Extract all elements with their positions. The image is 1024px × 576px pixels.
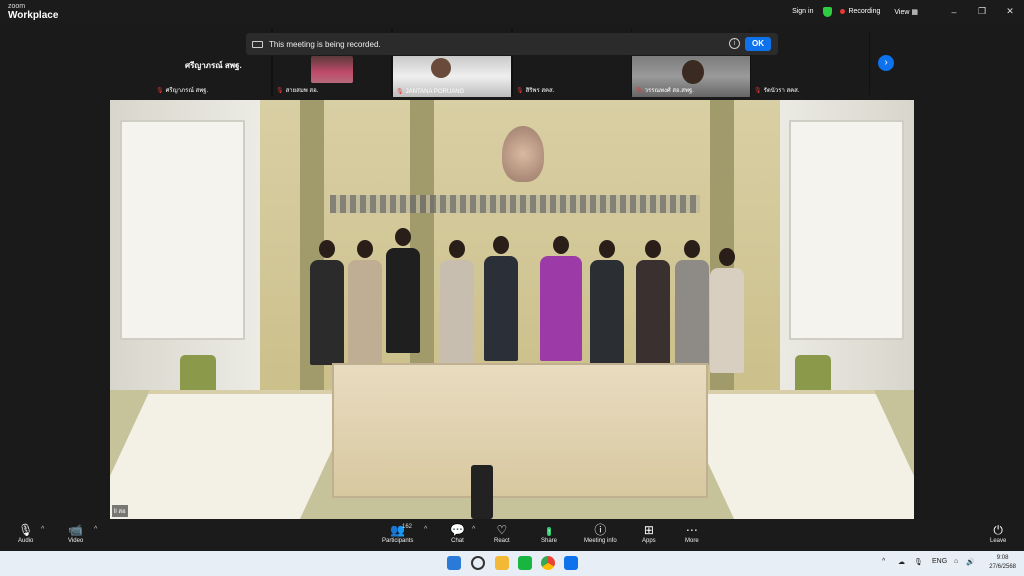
muted-mic-icon: 🎙 <box>276 87 284 94</box>
more-icon: ⋯ <box>685 523 698 537</box>
sign-in-button[interactable]: Sign in <box>792 8 813 15</box>
audio-button[interactable]: 🎙 Audio <box>18 523 33 544</box>
clock-time: 9:08 <box>996 555 1009 561</box>
windows-start-icon[interactable] <box>447 556 461 570</box>
audio-options-chevron-icon[interactable]: ^ <box>41 526 44 533</box>
title-bar: zoom Workplace Sign in Recording View ▦ … <box>0 0 1024 23</box>
close-button[interactable]: ✕ <box>996 6 1024 17</box>
participants-button[interactable]: 👥 162 Participants <box>382 523 413 544</box>
clock-date: 27/6/2568 <box>989 564 1016 570</box>
more-button[interactable]: ⋯ More <box>685 523 699 544</box>
chat-label: Chat <box>451 538 464 544</box>
react-label: React <box>494 538 510 544</box>
file-explorer-icon[interactable] <box>495 556 509 570</box>
volume-icon[interactable]: 🔊 <box>966 558 975 566</box>
participant-name: 🎙 วรรณพงศ์ สอ.สพฐ. <box>635 87 694 95</box>
minimize-button[interactable]: – <box>940 7 968 17</box>
wall-sign <box>330 195 700 213</box>
participant-name: 🎙 JANTANA PORUANG <box>396 88 465 96</box>
muted-mic-icon: 🎙 <box>396 89 404 95</box>
camera-record-icon <box>252 40 263 48</box>
video-options-chevron-icon[interactable]: ^ <box>94 526 97 533</box>
participant-name: 🎙 รัตนัวรา สคส. <box>754 87 800 95</box>
meeting-info-button[interactable]: ⓘ Meeting info <box>584 523 617 544</box>
participants-count: 162 <box>402 524 413 530</box>
participant-big-name: ศรีญาภรณ์ สพฐ. <box>185 61 242 70</box>
participant-name: 🎙 ศรีญาภรณ์ สพฐ. <box>156 87 209 95</box>
chat-options-chevron-icon[interactable]: ^ <box>472 526 475 533</box>
view-button[interactable]: View ▦ <box>894 8 918 16</box>
microphone-tray-icon[interactable]: 🎙 <box>914 558 923 566</box>
zoom-logo: zoom Workplace <box>8 3 58 21</box>
share-label: Share <box>541 538 558 544</box>
network-status-icon[interactable]: ☁ <box>898 558 905 566</box>
video-name-label: ll สอ <box>112 505 128 517</box>
chat-icon: 💬 <box>450 523 465 537</box>
line-app-icon[interactable] <box>518 556 532 570</box>
muted-mic-icon: 🎙 <box>635 87 643 94</box>
apps-button[interactable]: ⊞ Apps <box>642 523 656 544</box>
leave-icon: ⏻ <box>993 523 1003 537</box>
meeting-toolbar: 🎙 Audio ^ 📹 Video ^ 👥 162 Participants ^… <box>0 519 1024 551</box>
recording-dot-icon <box>840 9 846 14</box>
recording-label: Recording <box>848 8 881 15</box>
video-button[interactable]: 📹 Video <box>68 523 83 544</box>
emblem-icon <box>502 126 544 182</box>
language-indicator[interactable]: ENG <box>932 558 947 565</box>
tripod-camera <box>471 465 493 519</box>
view-label: View <box>894 8 910 16</box>
brand-small: zoom <box>8 3 26 10</box>
maximize-button[interactable]: ❐ <box>968 6 996 17</box>
video-label: Video <box>68 538 84 544</box>
wifi-icon[interactable]: ⌂ <box>954 558 958 565</box>
chat-button[interactable]: 💬 Chat <box>450 523 465 544</box>
security-shield-icon[interactable] <box>823 6 833 17</box>
react-button[interactable]: ♡ React <box>494 523 510 544</box>
muted-mic-icon: 🎙 <box>754 87 762 94</box>
participant-name: 🎙 สิริพร สคส. <box>516 87 555 95</box>
ok-button[interactable]: OK <box>745 37 771 51</box>
meeting-info-label: Meeting info <box>584 538 617 544</box>
main-video[interactable]: ll สอ <box>110 100 914 519</box>
leave-label: Leave <box>990 538 1007 544</box>
muted-mic-icon: 🎙 <box>18 523 34 537</box>
heart-icon: ♡ <box>496 523 508 537</box>
next-page-chevron-icon[interactable]: › <box>878 55 894 71</box>
muted-mic-icon: 🎙 <box>516 87 524 94</box>
search-icon[interactable] <box>471 556 485 570</box>
brand-title: Workplace <box>8 10 59 21</box>
apps-label: Apps <box>642 538 656 544</box>
zoom-taskbar-icon[interactable] <box>564 556 578 570</box>
tray-overflow-chevron-icon[interactable]: ^ <box>882 558 885 565</box>
audio-label: Audio <box>18 538 34 544</box>
share-button[interactable]: ↑ Share <box>541 523 557 544</box>
leave-button[interactable]: ⏻ Leave <box>990 523 1006 544</box>
recording-message: This meeting is being recorded. <box>269 39 381 49</box>
participants-label: Participants <box>382 538 414 544</box>
muted-mic-icon: 🎙 <box>156 87 164 94</box>
participant-name: 🎙 สายสมพ สอ. <box>276 87 319 95</box>
chrome-icon[interactable] <box>541 556 555 570</box>
more-label: More <box>685 538 699 544</box>
system-clock[interactable]: 9:08 27/6/2568 <box>989 554 1016 572</box>
os-taskbar: ^ ☁ 🎙 ENG ⌂ 🔊 9:08 27/6/2568 <box>0 551 1024 576</box>
apps-icon: ⊞ <box>643 523 654 537</box>
recording-banner: This meeting is being recorded. i OK <box>246 33 778 55</box>
info-icon[interactable]: i <box>729 38 740 49</box>
participants-options-chevron-icon[interactable]: ^ <box>424 526 427 533</box>
participant-video <box>311 56 353 83</box>
video-off-icon: 📹 <box>68 523 84 537</box>
share-screen-icon: ↑ <box>547 527 551 536</box>
recording-indicator[interactable]: Recording <box>840 8 880 15</box>
info-icon: ⓘ <box>594 523 607 537</box>
